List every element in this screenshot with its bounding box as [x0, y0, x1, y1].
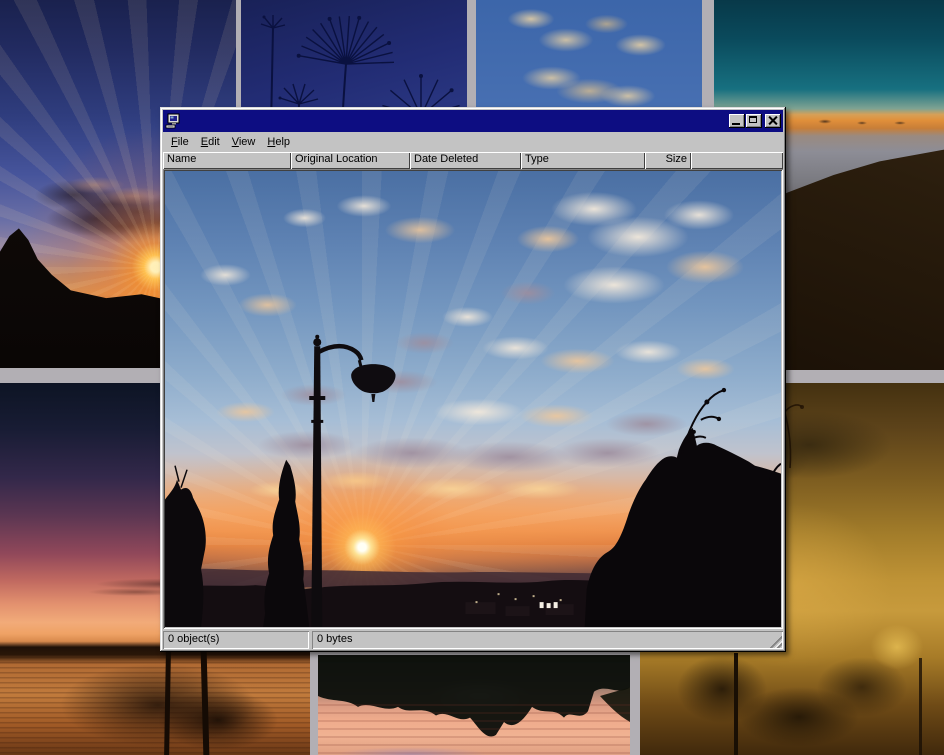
column-header-type[interactable]: Type: [521, 152, 645, 169]
maximize-button[interactable]: [746, 114, 762, 128]
gallery-photo-water-reflection[interactable]: [318, 655, 630, 755]
close-icon: [768, 116, 777, 125]
minimize-button[interactable]: [729, 114, 745, 128]
menu-item-edit[interactable]: Edit: [195, 134, 226, 150]
recycle-bin-window: File Edit View Help Name Original Locati…: [160, 107, 786, 652]
list-view-area[interactable]: [163, 169, 783, 629]
menubar: File Edit View Help: [163, 132, 783, 152]
column-header-name[interactable]: Name: [163, 152, 291, 169]
minimize-icon: [732, 123, 740, 125]
reflection-streaks: [318, 704, 630, 755]
lake-ripples: [0, 657, 310, 755]
computer-icon[interactable]: [165, 113, 181, 129]
photo-silhouettes-svg: [165, 171, 781, 627]
column-header-date-deleted[interactable]: Date Deleted: [410, 152, 521, 169]
sunset-lamp-photo: [165, 171, 781, 627]
column-header-size[interactable]: Size: [645, 152, 691, 169]
menu-item-view[interactable]: View: [226, 134, 262, 150]
status-objects-panel: 0 object(s): [163, 631, 309, 649]
menu-item-file[interactable]: File: [165, 134, 195, 150]
menu-item-help[interactable]: Help: [261, 134, 296, 150]
titlebar[interactable]: [163, 110, 783, 132]
column-headers: Name Original Location Date Deleted Type…: [163, 152, 783, 169]
golden-pole: [919, 658, 922, 755]
status-bytes-panel: 0 bytes: [312, 631, 783, 649]
page: File Edit View Help Name Original Locati…: [0, 0, 944, 755]
close-button[interactable]: [765, 114, 781, 128]
column-header-original-location[interactable]: Original Location: [291, 152, 410, 169]
column-header-filler: [691, 152, 783, 169]
maximize-icon: [749, 116, 757, 123]
statusbar: 0 object(s) 0 bytes: [163, 631, 783, 649]
golden-pole: [734, 653, 738, 755]
